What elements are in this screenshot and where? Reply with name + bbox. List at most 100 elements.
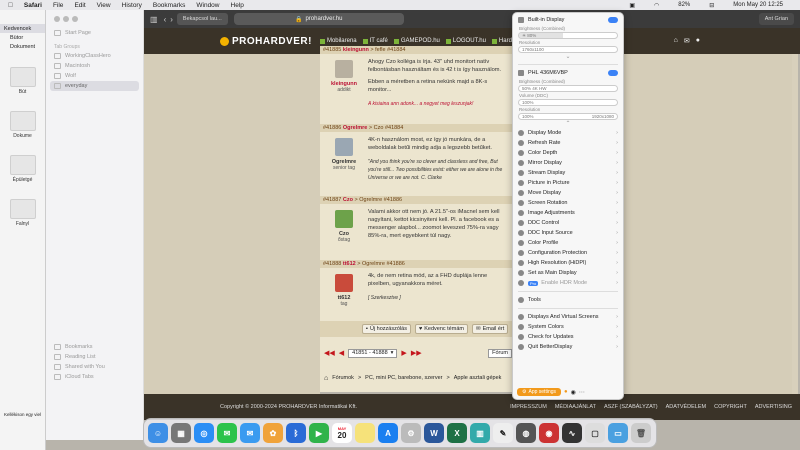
- menu-item[interactable]: Move Display ›: [513, 188, 623, 198]
- preview-icon[interactable]: ▢: [585, 423, 605, 443]
- menu-app-name[interactable]: Safari: [24, 2, 42, 9]
- menu-help[interactable]: Help: [231, 2, 244, 9]
- close-window-button[interactable]: [54, 16, 60, 22]
- forward-icon[interactable]: ›: [170, 15, 173, 24]
- nav-link[interactable]: IT café: [362, 38, 388, 44]
- avatar[interactable]: [335, 60, 353, 78]
- menu-file[interactable]: File: [53, 2, 63, 9]
- breadcrumb-link[interactable]: Fórumok: [332, 375, 354, 381]
- menu-bookmarks[interactable]: Bookmarks: [153, 2, 186, 9]
- folder-icon[interactable]: [9, 155, 36, 175]
- menu-item[interactable]: Refresh Rate ›: [513, 138, 623, 148]
- page-range-select[interactable]: 41851 - 41888 ▾: [348, 348, 398, 358]
- footer-link[interactable]: ADVERTISING: [755, 404, 792, 410]
- system-settings-icon[interactable]: ⚙: [401, 423, 421, 443]
- menu-item[interactable]: Display Mode ›: [513, 128, 623, 138]
- more-icon[interactable]: ⋯: [579, 389, 585, 396]
- phl-brightness-slider[interactable]: 50% 4K HW: [518, 85, 618, 92]
- mail-icon[interactable]: ✉: [240, 423, 260, 443]
- folder-icon[interactable]: [9, 67, 36, 87]
- volume-slider[interactable]: 100%: [518, 99, 618, 106]
- apple-icon[interactable]: : [8, 2, 13, 9]
- edited-note[interactable]: [ Szerkesztve ]: [368, 294, 510, 302]
- menu-item[interactable]: DDC Control ›: [513, 218, 623, 228]
- scrollbar[interactable]: [792, 54, 798, 394]
- menu-edit[interactable]: Edit: [74, 2, 85, 9]
- post-author-link[interactable]: Ogrelmre: [343, 125, 367, 131]
- betterdisplay-menu-icon[interactable]: ▣: [629, 2, 635, 9]
- avatar[interactable]: [335, 138, 353, 156]
- user-icon[interactable]: ●: [696, 37, 700, 45]
- activity-monitor-icon[interactable]: ∿: [562, 423, 582, 443]
- nav-link[interactable]: Mobilarena: [319, 38, 357, 44]
- browser-tab[interactable]: Bekapcsol lau...: [176, 13, 228, 25]
- brightness-slider[interactable]: ☀ 80%: [518, 32, 618, 39]
- sidebar-item-start-page[interactable]: Start Page: [46, 28, 143, 38]
- menu-item[interactable]: Image Adjustments ›: [513, 208, 623, 218]
- nav-link[interactable]: LOGOUT.hu: [445, 38, 486, 44]
- finder-row-furniture[interactable]: Bütor: [0, 33, 45, 42]
- heart-icon[interactable]: ●: [564, 389, 568, 395]
- menu-item[interactable]: Mirror Display ›: [513, 158, 623, 168]
- safari-icon[interactable]: ◎: [194, 423, 214, 443]
- finder-icon[interactable]: ☺: [148, 423, 168, 443]
- bluetooth-icon[interactable]: ᛒ: [286, 423, 306, 443]
- builtin-display-toggle[interactable]: [608, 17, 618, 23]
- app-store-icon[interactable]: A: [378, 423, 398, 443]
- footer-link[interactable]: MÉDIAAJÁNLAT: [555, 404, 596, 410]
- address-bar[interactable]: 🔒 prohardver.hu: [233, 13, 404, 25]
- post-id[interactable]: #41887: [323, 197, 341, 203]
- phl-display-row[interactable]: PHL 436M6VBP: [513, 68, 623, 78]
- record-icon[interactable]: ◉: [571, 389, 576, 396]
- menu-item-tools[interactable]: Tools: [513, 295, 623, 305]
- browser-tab-right[interactable]: Ant Grian: [758, 13, 794, 25]
- sidebar-item-shared[interactable]: Shared with You: [46, 362, 144, 372]
- launchpad-icon[interactable]: ▦: [171, 423, 191, 443]
- folder-icon[interactable]: [9, 111, 36, 131]
- footer-link[interactable]: IMPRESSZUM: [510, 404, 547, 410]
- reply-to-link[interactable]: Czo #41884: [374, 125, 404, 131]
- post-author-link[interactable]: Czo: [343, 197, 353, 203]
- menu-item[interactable]: Color Depth ›: [513, 148, 623, 158]
- collapse-chevron-icon[interactable]: ⌃: [513, 120, 623, 128]
- forum-select[interactable]: Fórum: [488, 348, 512, 358]
- first-page-icon[interactable]: ◀◀: [324, 349, 335, 357]
- menu-item[interactable]: Check for Updates ›: [513, 332, 623, 342]
- mail-icon[interactable]: ✉: [684, 37, 690, 45]
- messages-icon[interactable]: ✉: [217, 423, 237, 443]
- footer-link[interactable]: COPYRIGHT: [714, 404, 747, 410]
- avatar[interactable]: [335, 274, 353, 292]
- sidebar-item-group[interactable]: Wolf: [46, 71, 143, 81]
- nav-link[interactable]: GAMEPOD.hu: [393, 38, 440, 44]
- back-icon[interactable]: ‹: [164, 15, 167, 24]
- sidebar-item-icloud-tabs[interactable]: iCloud Tabs: [46, 372, 144, 382]
- notes-icon[interactable]: [355, 423, 375, 443]
- phl-resolution-slider[interactable]: 100% 1920x1080: [518, 113, 618, 120]
- footer-link[interactable]: ASZF (SZABÁLYZAT): [604, 404, 658, 410]
- folder-icon[interactable]: [9, 199, 36, 219]
- sidebar-item-bookmarks[interactable]: Bookmarks: [46, 342, 144, 352]
- control-center-icon[interactable]: ⊟: [709, 2, 714, 9]
- clock[interactable]: Mon May 20 12:25: [733, 2, 783, 8]
- breadcrumb-link[interactable]: PC, mini PC, barebone, szerver: [365, 375, 442, 381]
- menu-item[interactable]: Color Profile ›: [513, 238, 623, 248]
- reply-to-link[interactable]: Ogrelmre #41886: [359, 197, 402, 203]
- sidebar-item-group-selected[interactable]: everyday: [50, 81, 139, 91]
- finder-row-favorites[interactable]: Kedvencek: [0, 24, 45, 33]
- builtin-display-row[interactable]: Built-in Display: [513, 15, 623, 25]
- menu-item[interactable]: Picture in Picture ›: [513, 178, 623, 188]
- post-author-link[interactable]: kleingunn: [343, 47, 369, 53]
- post-id[interactable]: #41888: [323, 261, 341, 267]
- avatar[interactable]: [335, 210, 353, 228]
- sidebar-item-group[interactable]: Macintosh: [46, 61, 143, 71]
- site-logo[interactable]: PROHARDVER!: [220, 36, 312, 47]
- menu-item[interactable]: Stream Display ›: [513, 168, 623, 178]
- phl-display-toggle[interactable]: [608, 70, 618, 76]
- minimize-window-button[interactable]: [63, 16, 69, 22]
- menu-item[interactable]: System Colors ›: [513, 322, 623, 332]
- reply-to-link[interactable]: fefle #41884: [375, 47, 405, 53]
- menu-item[interactable]: DDC Input Source ›: [513, 228, 623, 238]
- menu-item[interactable]: Screen Rotation ›: [513, 198, 623, 208]
- breadcrumb-link[interactable]: Apple asztali gépek: [454, 375, 502, 381]
- sidebar-toggle-icon[interactable]: ▥: [150, 15, 158, 24]
